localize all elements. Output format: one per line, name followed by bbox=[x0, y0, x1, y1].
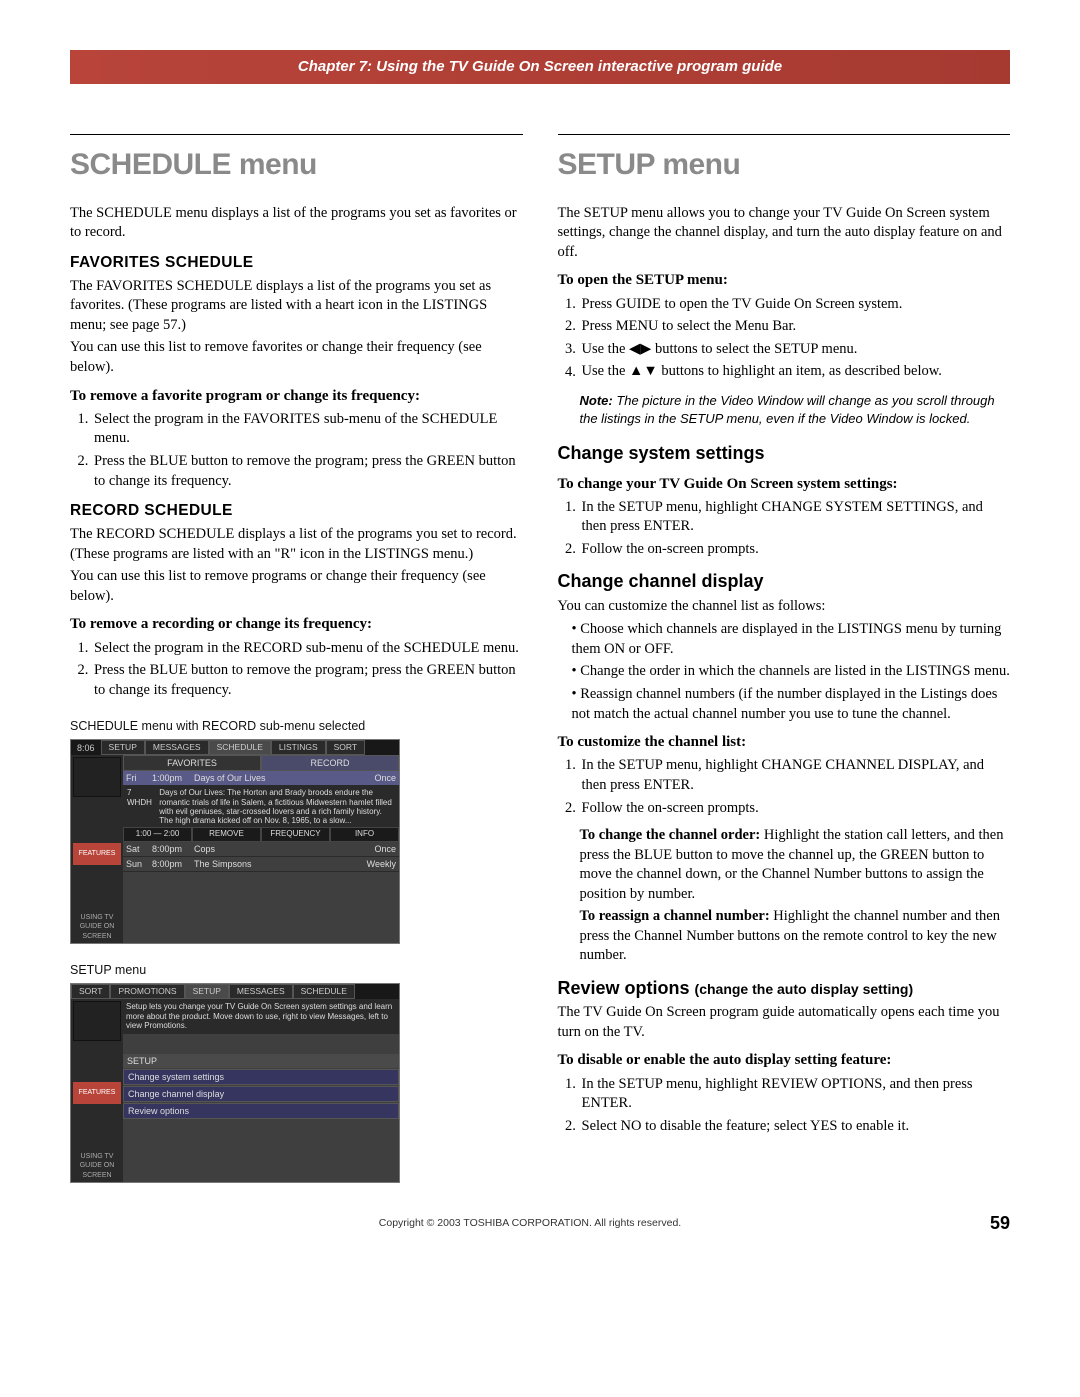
ss1-tab: MESSAGES bbox=[145, 740, 209, 755]
ss2-tab: PROMOTIONS bbox=[110, 984, 184, 999]
ss2-item: Review options bbox=[123, 1103, 399, 1119]
ccd-step-2: Follow the on-screen prompts. bbox=[580, 799, 1011, 819]
screenshot-2-caption: SETUP menu bbox=[70, 962, 523, 979]
ss1-btn: INFO bbox=[330, 827, 399, 842]
review-lead: To disable or enable the auto display se… bbox=[558, 1050, 1011, 1070]
ss1-subtab: FAVORITES bbox=[123, 755, 261, 771]
copyright: Copyright © 2003 TOSHIBA CORPORATION. Al… bbox=[70, 1216, 990, 1230]
ss1-btn: REMOVE bbox=[192, 827, 261, 842]
fav-step-1: Select the program in the FAVORITES sub-… bbox=[92, 410, 523, 449]
left-column: SCHEDULE menu The SCHEDULE menu displays… bbox=[70, 134, 523, 1187]
ss2-tab: SCHEDULE bbox=[293, 984, 355, 999]
ss1-subtab: RECORD bbox=[261, 755, 399, 771]
css-step-2: Follow the on-screen prompts. bbox=[580, 540, 1011, 560]
fav-step-2: Press the BLUE button to remove the prog… bbox=[92, 452, 523, 491]
fav-lead: To remove a favorite program or change i… bbox=[70, 386, 523, 406]
css-heading: Change system settings bbox=[558, 441, 1011, 465]
rec-p2: You can use this list to remove programs… bbox=[70, 567, 523, 606]
setup-screenshot: SORT PROMOTIONS SETUP MESSAGES SCHEDULE … bbox=[70, 983, 400, 1183]
ccd-heading: Change channel display bbox=[558, 569, 1011, 593]
ss2-item: Change system settings bbox=[123, 1069, 399, 1085]
open-lead: To open the SETUP menu: bbox=[558, 270, 1011, 290]
review-step-2: Select NO to disable the feature; select… bbox=[580, 1117, 1011, 1137]
ss2-side-text: USING TV GUIDE ON SCREEN bbox=[71, 1152, 123, 1180]
ss2-item: Change channel display bbox=[123, 1086, 399, 1102]
ccd-lead: To customize the channel list: bbox=[558, 732, 1011, 752]
ss2-tab: SORT bbox=[71, 984, 110, 999]
open-step-3: Use the ◀▶ buttons to select the SETUP m… bbox=[580, 340, 1011, 360]
rec-step-2: Press the BLUE button to remove the prog… bbox=[92, 661, 523, 700]
rec-lead: To remove a recording or change its freq… bbox=[70, 614, 523, 634]
css-step-1: In the SETUP menu, highlight CHANGE SYST… bbox=[580, 498, 1011, 537]
ss1-timerange: 1:00 — 2:00 bbox=[123, 827, 192, 842]
ccd-intro: You can customize the channel list as fo… bbox=[558, 597, 1011, 617]
page-number: 59 bbox=[990, 1211, 1010, 1235]
ss1-desc: Days of Our Lives: The Horton and Brady … bbox=[159, 788, 393, 825]
review-intro: The TV Guide On Screen program guide aut… bbox=[558, 1003, 1011, 1042]
schedule-intro: The SCHEDULE menu displays a list of the… bbox=[70, 204, 523, 243]
ss2-head: SETUP bbox=[123, 1054, 399, 1068]
rec-p1: The RECORD SCHEDULE displays a list of t… bbox=[70, 525, 523, 564]
review-heading: Review options (change the auto display … bbox=[558, 976, 1011, 1000]
schedule-screenshot: 8:06 SETUP MESSAGES SCHEDULE LISTINGS SO… bbox=[70, 739, 400, 944]
ss2-msg: Setup lets you change your TV Guide On S… bbox=[123, 999, 399, 1034]
ss1-tab: LISTINGS bbox=[271, 740, 326, 755]
ss1-features: FEATURES bbox=[73, 843, 121, 865]
record-heading: RECORD SCHEDULE bbox=[70, 501, 523, 522]
ss2-features: FEATURES bbox=[73, 1082, 121, 1104]
fav-p2: You can use this list to remove favorite… bbox=[70, 338, 523, 377]
open-step-1: Press GUIDE to open the TV Guide On Scre… bbox=[580, 295, 1011, 315]
ss1-side-text: USING TV GUIDE ON SCREEN bbox=[71, 913, 123, 941]
setup-intro: The SETUP menu allows you to change your… bbox=[558, 204, 1011, 263]
up-down-arrow-icon: ▲▼ bbox=[629, 362, 658, 382]
ss1-channel: 7 WHDH bbox=[127, 788, 157, 806]
ss2-tab: SETUP bbox=[185, 984, 229, 999]
ss1-tab: SCHEDULE bbox=[209, 740, 271, 755]
screenshot-1-caption: SCHEDULE menu with RECORD sub-menu selec… bbox=[70, 718, 523, 735]
ss1-tab: SORT bbox=[326, 740, 365, 755]
rec-step-1: Select the program in the RECORD sub-men… bbox=[92, 639, 523, 659]
ss2-tab: MESSAGES bbox=[229, 984, 293, 999]
ccd-bullet-1: Choose which channels are displayed in t… bbox=[572, 620, 1011, 659]
setup-menu-title: SETUP menu bbox=[558, 145, 1011, 186]
ss1-time: 8:06 bbox=[71, 742, 101, 754]
page-footer: Copyright © 2003 TOSHIBA CORPORATION. Al… bbox=[70, 1211, 1010, 1235]
ccd-bullet-2: Change the order in which the channels a… bbox=[572, 662, 1011, 682]
ccd-step-1: In the SETUP menu, highlight CHANGE CHAN… bbox=[580, 756, 1011, 795]
favorites-heading: FAVORITES SCHEDULE bbox=[70, 253, 523, 274]
right-column: SETUP menu The SETUP menu allows you to … bbox=[558, 134, 1011, 1187]
ss1-tab: SETUP bbox=[101, 740, 145, 755]
open-step-4: Use the ▲▼ buttons to highlight an item,… bbox=[580, 362, 1011, 382]
ccd-reassign: To reassign a channel number: Highlight … bbox=[580, 907, 1011, 966]
ccd-order: To change the channel order: Highlight t… bbox=[580, 826, 1011, 904]
open-step-2: Press MENU to select the Menu Bar. bbox=[580, 317, 1011, 337]
ss1-btn: FREQUENCY bbox=[261, 827, 330, 842]
css-lead: To change your TV Guide On Screen system… bbox=[558, 474, 1011, 494]
schedule-menu-title: SCHEDULE menu bbox=[70, 145, 523, 186]
fav-p1: The FAVORITES SCHEDULE displays a list o… bbox=[70, 277, 523, 336]
chapter-header: Chapter 7: Using the TV Guide On Screen … bbox=[70, 50, 1010, 84]
note: Note: The picture in the Video Window wi… bbox=[580, 392, 1011, 427]
ccd-bullet-3: Reassign channel numbers (if the number … bbox=[572, 685, 1011, 724]
left-right-arrow-icon: ◀▶ bbox=[629, 340, 651, 360]
review-step-1: In the SETUP menu, highlight REVIEW OPTI… bbox=[580, 1075, 1011, 1114]
